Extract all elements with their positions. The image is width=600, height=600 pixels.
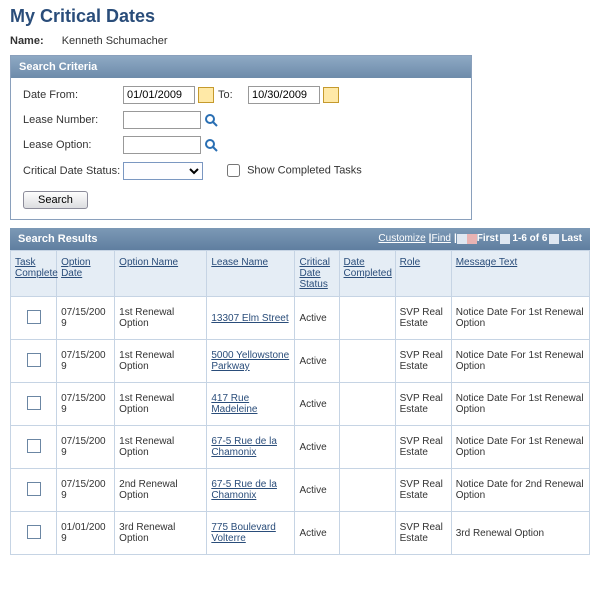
cell-role: SVP Real Estate <box>395 340 451 383</box>
lease-option-input[interactable] <box>123 136 201 154</box>
lease-name-link[interactable]: 5000 Yellowstone Parkway <box>211 350 289 372</box>
last-label[interactable]: Last <box>561 231 582 247</box>
cell-date-completed <box>339 426 395 469</box>
col-option-name[interactable]: Option Name <box>115 251 207 297</box>
cell-message: Notice Date For 1st Renewal Option <box>451 426 589 469</box>
lease-name-link[interactable]: 417 Rue Madeleine <box>211 393 257 415</box>
cell-role: SVP Real Estate <box>395 297 451 340</box>
cell-message: Notice Date For 1st Renewal Option <box>451 340 589 383</box>
cell-date-completed <box>339 469 395 512</box>
name-row: Name: Kenneth Schumacher <box>0 31 600 55</box>
search-results-header: Search Results <box>18 231 97 247</box>
range-label: 1-6 of 6 <box>512 231 547 247</box>
search-criteria-panel: Search Criteria Date From: To: Lease Num… <box>10 55 472 220</box>
cell-status: Active <box>295 426 339 469</box>
view-all-icon[interactable] <box>457 234 467 244</box>
cell-message: Notice Date for 2nd Renewal Option <box>451 469 589 512</box>
cell-option-date: 01/01/2009 <box>57 512 115 555</box>
cell-option-date: 07/15/2009 <box>57 297 115 340</box>
cell-option-name: 2nd Renewal Option <box>115 469 207 512</box>
lease-name-link[interactable]: 775 Boulevard Volterre <box>211 522 276 544</box>
lookup-icon[interactable] <box>204 113 218 127</box>
cell-status: Active <box>295 469 339 512</box>
find-link[interactable]: Find <box>431 231 450 247</box>
table-row: 07/15/20091st Renewal Option5000 Yellows… <box>11 340 590 383</box>
col-status[interactable]: Critical Date Status <box>295 251 339 297</box>
status-label: Critical Date Status: <box>23 165 123 177</box>
search-criteria-header: Search Criteria <box>11 56 471 78</box>
next-icon[interactable] <box>549 234 559 244</box>
task-complete-checkbox[interactable] <box>27 353 41 367</box>
lease-option-label: Lease Option: <box>23 139 123 151</box>
cell-message: 3rd Renewal Option <box>451 512 589 555</box>
name-value: Kenneth Schumacher <box>62 35 168 47</box>
lease-number-input[interactable] <box>123 111 201 129</box>
task-complete-checkbox[interactable] <box>27 525 41 539</box>
cell-option-date: 07/15/2009 <box>57 469 115 512</box>
cell-date-completed <box>339 512 395 555</box>
cell-role: SVP Real Estate <box>395 512 451 555</box>
col-role[interactable]: Role <box>395 251 451 297</box>
table-row: 01/01/20093rd Renewal Option775 Boulevar… <box>11 512 590 555</box>
lease-name-link[interactable]: 67-5 Rue de la Chamonix <box>211 436 277 458</box>
col-task[interactable]: Task Complete <box>11 251 57 297</box>
cell-role: SVP Real Estate <box>395 426 451 469</box>
lease-name-link[interactable]: 13307 Elm Street <box>211 313 288 324</box>
to-label: To: <box>218 89 248 101</box>
calendar-icon[interactable] <box>323 87 339 103</box>
prev-icon[interactable] <box>500 234 510 244</box>
cell-date-completed <box>339 340 395 383</box>
name-label: Name: <box>10 35 44 47</box>
results-table: Task Complete Option Date Option Name Le… <box>10 250 590 555</box>
cell-role: SVP Real Estate <box>395 469 451 512</box>
lease-number-label: Lease Number: <box>23 114 123 126</box>
cell-option-name: 1st Renewal Option <box>115 383 207 426</box>
first-label[interactable]: First <box>477 231 499 247</box>
show-completed-checkbox[interactable] <box>227 164 240 177</box>
status-select[interactable] <box>123 162 203 180</box>
date-from-input[interactable] <box>123 86 195 104</box>
cell-status: Active <box>295 512 339 555</box>
table-row: 07/15/20092nd Renewal Option67-5 Rue de … <box>11 469 590 512</box>
cell-option-date: 07/15/2009 <box>57 383 115 426</box>
lease-name-link[interactable]: 67-5 Rue de la Chamonix <box>211 479 277 501</box>
task-complete-checkbox[interactable] <box>27 396 41 410</box>
cell-status: Active <box>295 383 339 426</box>
cell-option-name: 1st Renewal Option <box>115 340 207 383</box>
col-lease-name[interactable]: Lease Name <box>207 251 295 297</box>
search-button[interactable]: Search <box>23 191 88 209</box>
cell-date-completed <box>339 297 395 340</box>
cell-option-date: 07/15/2009 <box>57 426 115 469</box>
cell-option-name: 1st Renewal Option <box>115 426 207 469</box>
col-date-completed[interactable]: Date Completed <box>339 251 395 297</box>
page-title: My Critical Dates <box>0 0 600 31</box>
date-to-input[interactable] <box>248 86 320 104</box>
search-results-panel: Search Results Customize | Find | First … <box>10 228 590 555</box>
lookup-icon[interactable] <box>204 138 218 152</box>
date-from-label: Date From: <box>23 89 123 101</box>
table-row: 07/15/20091st Renewal Option417 Rue Made… <box>11 383 590 426</box>
task-complete-checkbox[interactable] <box>27 482 41 496</box>
cell-status: Active <box>295 340 339 383</box>
cell-date-completed <box>339 383 395 426</box>
table-row: 07/15/20091st Renewal Option67-5 Rue de … <box>11 426 590 469</box>
cell-option-date: 07/15/2009 <box>57 340 115 383</box>
task-complete-checkbox[interactable] <box>27 439 41 453</box>
table-row: 07/15/20091st Renewal Option 13307 Elm St… <box>11 297 590 340</box>
show-completed-label: Show Completed Tasks <box>247 164 362 176</box>
cell-option-name: 3rd Renewal Option <box>115 512 207 555</box>
customize-link[interactable]: Customize <box>378 231 425 247</box>
cell-option-name: 1st Renewal Option <box>115 297 207 340</box>
col-option-date[interactable]: Option Date <box>57 251 115 297</box>
cell-status: Active <box>295 297 339 340</box>
calendar-icon[interactable] <box>198 87 214 103</box>
col-message[interactable]: Message Text <box>451 251 589 297</box>
cell-role: SVP Real Estate <box>395 383 451 426</box>
task-complete-checkbox[interactable] <box>27 310 41 324</box>
cell-message: Notice Date For 1st Renewal Option <box>451 297 589 340</box>
cell-message: Notice Date For 1st Renewal Option <box>451 383 589 426</box>
download-icon[interactable] <box>467 234 477 244</box>
